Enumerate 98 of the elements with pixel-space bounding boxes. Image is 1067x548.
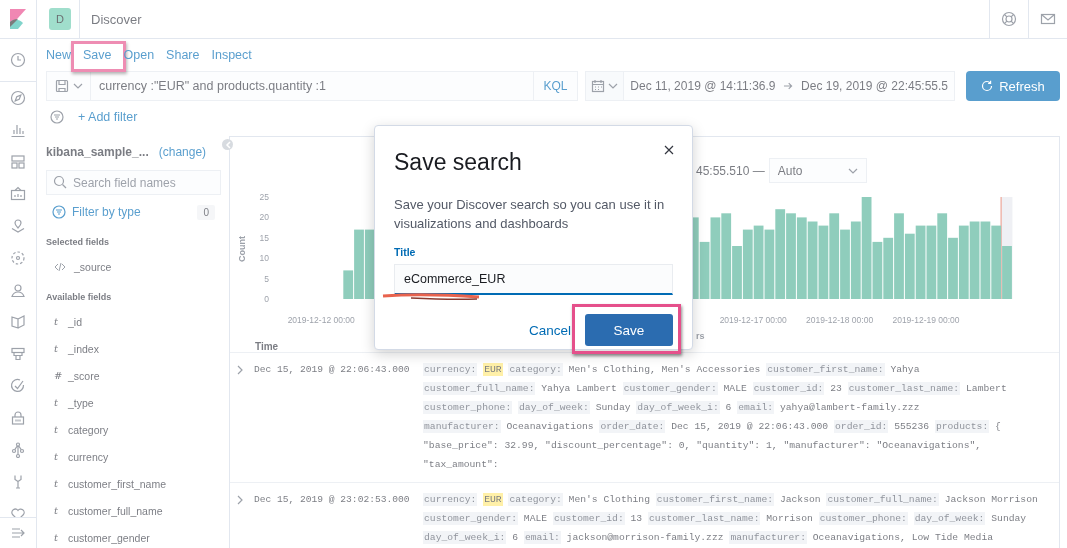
field-type-icon: t: [54, 397, 60, 408]
tick-label: 2019-12-12 00:00: [287, 315, 355, 325]
bar-chart-icon[interactable]: [10, 122, 26, 138]
space-avatar[interactable]: D: [49, 8, 71, 30]
field-name[interactable]: customer_first_name: [68, 477, 167, 490]
change-link[interactable]: (change): [158, 145, 207, 159]
dotted-circle-icon[interactable]: [10, 250, 26, 266]
caret-icon: [72, 83, 83, 89]
start-date-button[interactable]: Dec 11, 2019 @ 14:11:36.9: [624, 79, 782, 93]
page-title: Discover: [90, 10, 142, 29]
field-type-icon: t: [54, 424, 60, 435]
tick-label: 2019-12-18 00:00: [806, 315, 874, 325]
field-type-icon: #: [54, 370, 60, 381]
menu-link[interactable]: Inspect: [211, 47, 252, 63]
cancel-link[interactable]: Cancel: [528, 322, 571, 338]
count-badge: 0: [197, 204, 215, 220]
saved-query-button[interactable]: [46, 71, 90, 101]
field-name[interactable]: customer_full_name: [68, 504, 163, 517]
dashboard-icon[interactable]: [10, 154, 26, 170]
section-heading: Selected fields: [46, 236, 111, 249]
timestamp: Dec 15, 2019 @ 22:06:43.000: [254, 363, 411, 377]
axis-title: rs: [696, 331, 705, 341]
menu-link[interactable]: New: [46, 47, 71, 63]
document-source: currency: EUR category: Men's Clothing, Men's Accessories customer_first_name: Yahya customer_full_name: Yahya Lambert customer_gender: MALE customer_id: 23 customer_last_name: Lambert customer_phone: day_of_week: Sunday day_of_week_i: 6 email: yahya@lambert-family.zzz manufacturer: Oceanavigations order_date: Dec 15, 2019 @ 22:06:43.000 order_id: 555236 products: { "base_price": 32.99, "discount_percentage": 0, "quantity": 1, "manufacturer": "Oceanavigations", "tax_amount":: [423, 362, 1008, 472]
close-icon[interactable]: [664, 145, 674, 155]
field-name[interactable]: _index: [68, 342, 99, 355]
field-name[interactable]: _source: [74, 260, 112, 273]
filter-by-type-button[interactable]: Filter by type 0: [46, 199, 221, 225]
filter-icon: [52, 205, 66, 219]
field-name[interactable]: customer_gender: [68, 531, 150, 544]
menu-link[interactable]: Share: [166, 47, 200, 63]
section-heading: Available fields: [46, 291, 113, 304]
search-icon: [53, 175, 67, 189]
chevron-left-icon: [224, 140, 231, 149]
quick-select-button[interactable]: [586, 72, 625, 100]
caret-icon: [608, 83, 619, 89]
menu-link[interactable]: Save: [83, 47, 112, 63]
arrow-icon: [783, 81, 794, 91]
field-type-icon: t: [54, 532, 60, 543]
lock-icon[interactable]: [10, 410, 26, 426]
calendar-icon: [591, 79, 606, 93]
tick-label: 25: [259, 192, 269, 202]
tick-label: 20: [259, 212, 269, 223]
save-button[interactable]: Save: [585, 314, 673, 346]
interval-select[interactable]: Auto: [768, 158, 867, 183]
field-name[interactable]: _type: [68, 396, 94, 409]
code-icon: [54, 261, 66, 272]
field-type-icon: t: [54, 451, 60, 462]
clock-icon[interactable]: [10, 52, 26, 68]
modal-title: Save search: [394, 148, 522, 177]
query-field[interactable]: currency :"EUR" and products.quantity :1: [90, 71, 534, 101]
field-type-icon: t: [54, 478, 60, 489]
collapse-sidebar-button[interactable]: [222, 139, 233, 150]
tick-label: 10: [259, 253, 269, 264]
modal-description: Save your Discover search so you can use it in visualizations and dashboards: [394, 196, 666, 233]
search-field[interactable]: Search field names: [46, 170, 221, 195]
language-button[interactable]: KQL: [534, 71, 578, 101]
tick-label: 15: [259, 232, 269, 243]
tick-label: 2019-12-17 00:00: [719, 315, 787, 325]
field-label: Title: [394, 246, 417, 259]
nodes-icon[interactable]: [10, 442, 26, 458]
end-date-button[interactable]: Dec 19, 2019 @ 22:45:55.5: [795, 79, 954, 93]
compass-icon[interactable]: [10, 90, 26, 106]
collapse-menu-icon[interactable]: [10, 525, 26, 541]
axis-title: Count: [237, 236, 247, 262]
title-field[interactable]: eCommerce_EUR: [394, 264, 673, 295]
expand-icon[interactable]: [236, 495, 244, 505]
server-icon[interactable]: [10, 346, 26, 362]
refresh-button[interactable]: Refresh: [966, 71, 1060, 101]
document-source: currency: EUR category: Men's Clothing customer_first_name: Jackson customer_full_name: Jackson Morrison customer_gender: MALE customer_id: 13 customer_last_name: Morrison customer_phone: day_of_week: Sunday day_of_week_i: 6 email: jackson@morrison-family.zzz manufacturer: Oceanavigations, Low Tide Media: [423, 492, 1039, 546]
tick-label: 2019-12-19 00:00: [892, 315, 960, 325]
field-name[interactable]: currency: [68, 450, 109, 463]
book-icon[interactable]: [10, 314, 26, 330]
help-icon[interactable]: [1001, 11, 1017, 27]
expand-icon[interactable]: [236, 365, 244, 375]
caret-icon: [847, 167, 858, 174]
timestamp: Dec 15, 2019 @ 23:02:53.000: [254, 493, 411, 507]
field-name[interactable]: category: [68, 423, 109, 436]
person-icon[interactable]: [10, 282, 26, 298]
refresh-icon: [981, 80, 994, 92]
field-type-icon: t: [54, 505, 60, 516]
kibana-logo[interactable]: [10, 9, 26, 29]
column-header: Time: [255, 341, 279, 352]
save-icon: [54, 79, 69, 93]
index-pattern-name: kibana_sample_...: [46, 145, 149, 159]
add-filter-link[interactable]: + Add filter: [78, 110, 138, 124]
tick-label: 5: [264, 273, 269, 284]
field-name[interactable]: _id: [68, 315, 82, 328]
mail-icon[interactable]: [1040, 11, 1056, 27]
check-circle-icon[interactable]: [10, 378, 26, 394]
easel-icon[interactable]: [10, 186, 26, 202]
filter-icon[interactable]: [50, 110, 64, 124]
map-pin-icon[interactable]: [10, 218, 26, 234]
field-type-icon: t: [54, 343, 60, 354]
field-name[interactable]: _score: [68, 369, 100, 382]
field-type-icon: t: [54, 316, 60, 327]
tick-label: 0: [264, 294, 269, 304]
time-range-text: 45:55.510 —: [696, 163, 765, 178]
